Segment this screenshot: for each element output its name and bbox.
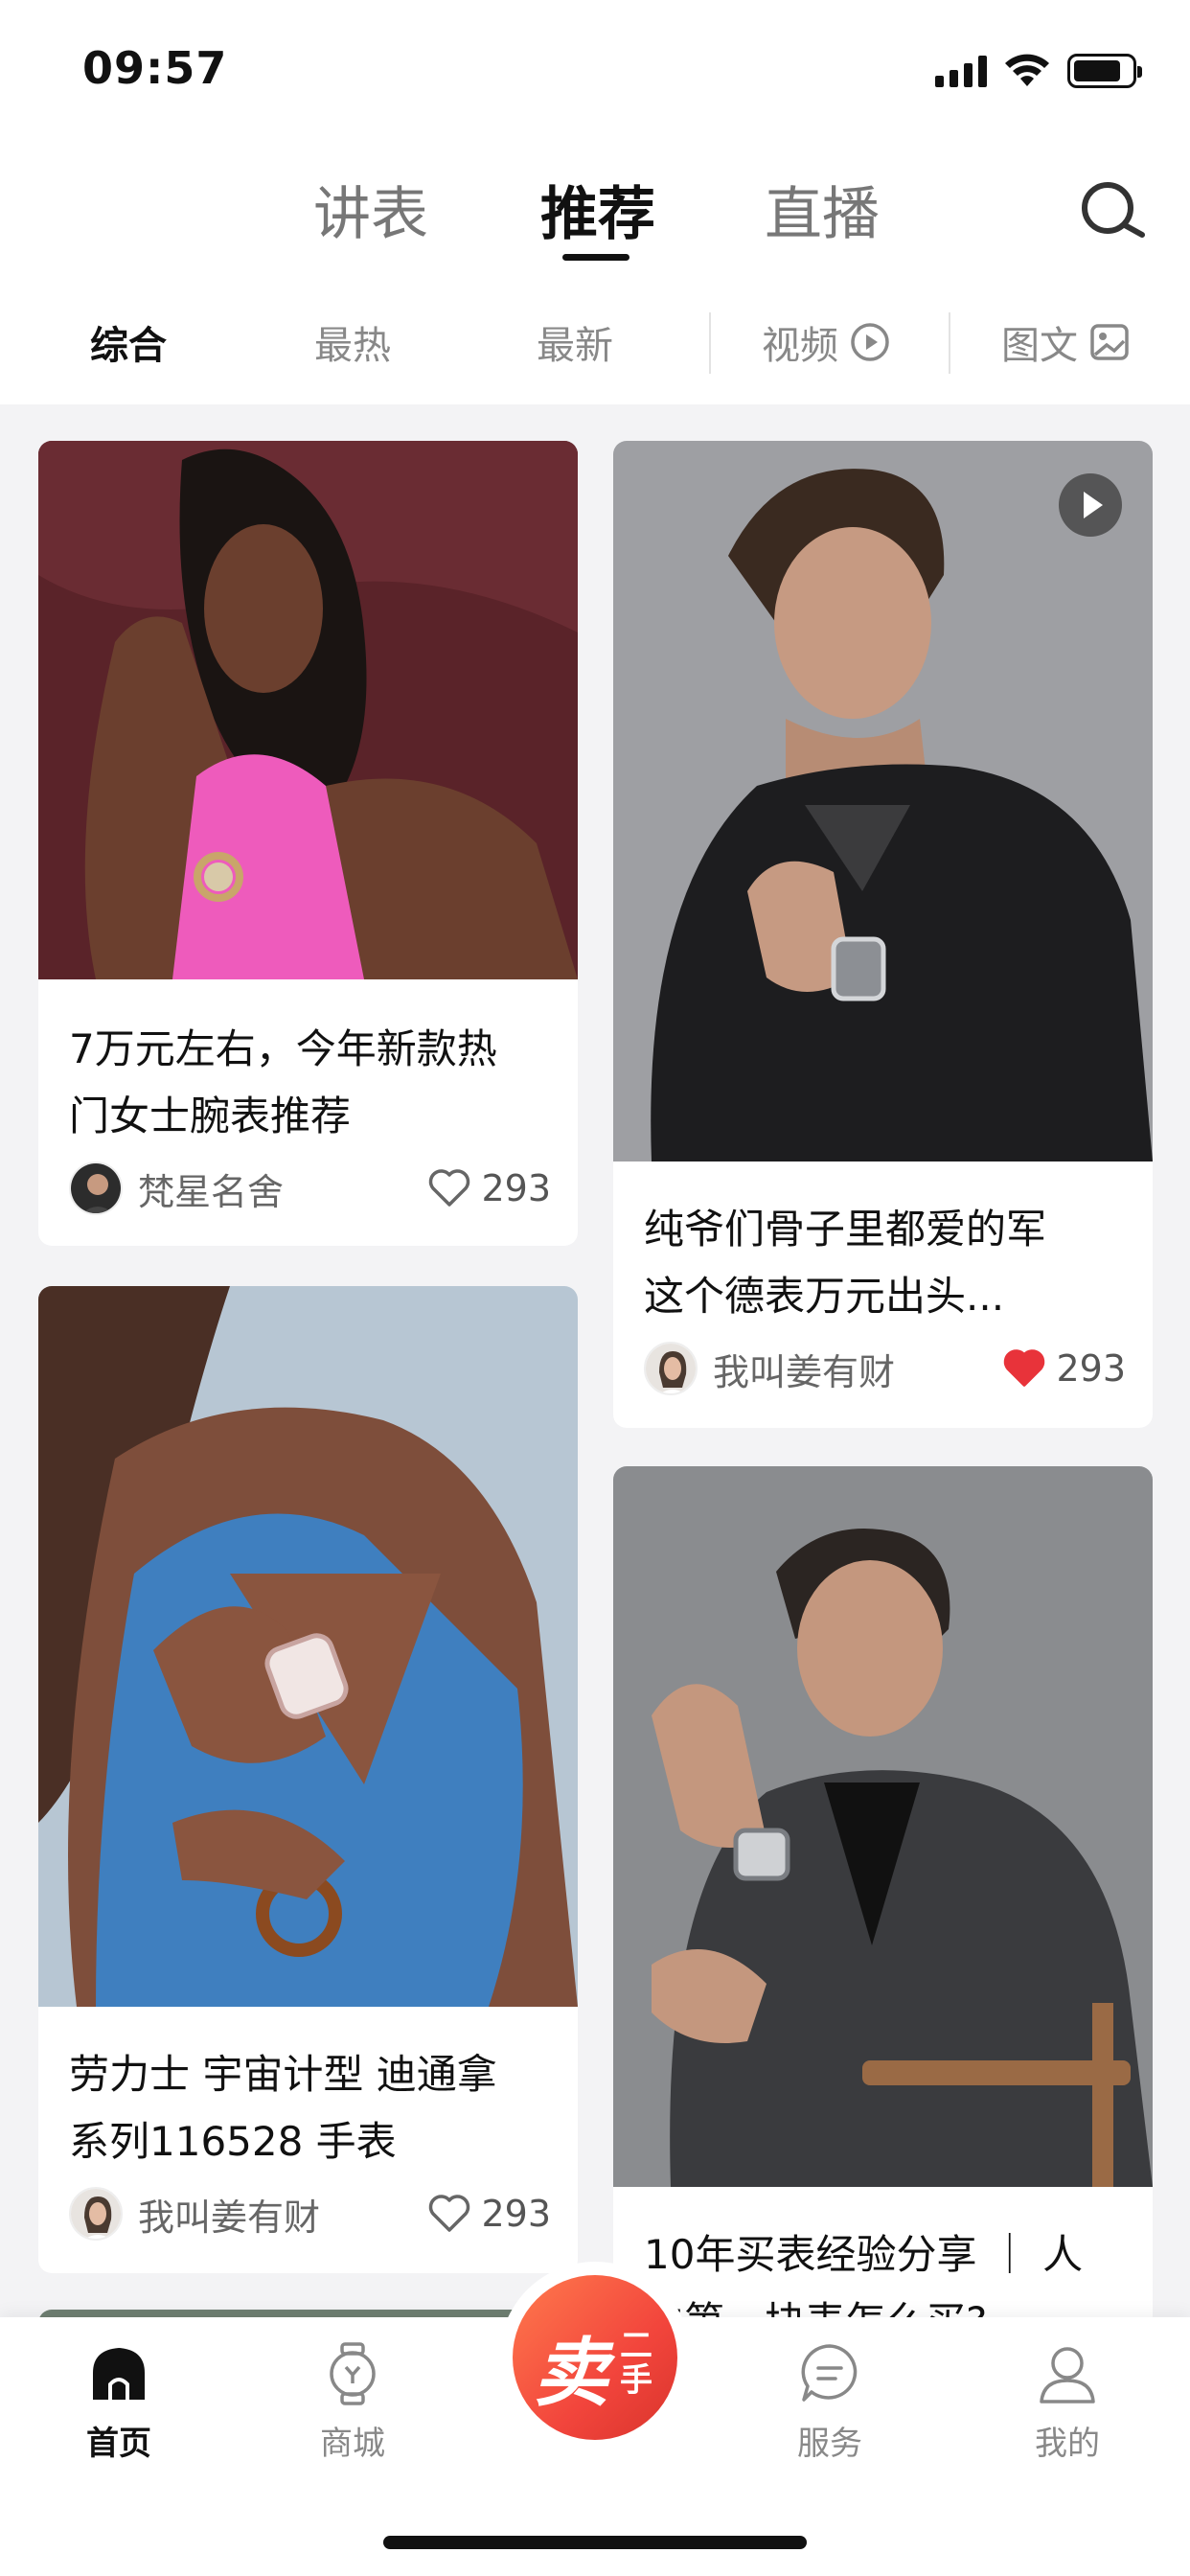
like-count: 293 [481, 1167, 551, 1209]
wifi-icon [1005, 54, 1049, 86]
sell-main-label: 卖 [534, 2331, 609, 2417]
like-count: 293 [481, 2193, 551, 2235]
like-button[interactable]: 293 [427, 1167, 551, 1209]
video-play-icon [1059, 473, 1122, 537]
post-photo [613, 1466, 1153, 2187]
nav-profile[interactable]: 我的 [991, 2342, 1144, 2464]
sell-badge: 卖 二手 [513, 2275, 677, 2440]
status-bar: 09:57 [0, 0, 1190, 144]
top-tabs: 讲表 推荐 直播 [0, 168, 1190, 273]
like-button[interactable]: 293 [1002, 1347, 1126, 1390]
subtab-all[interactable]: 综合 [90, 314, 167, 370]
subtab-latest[interactable]: 最新 [537, 314, 613, 370]
avatar[interactable] [69, 1162, 123, 1215]
divider [709, 312, 711, 374]
status-icons [935, 54, 1142, 88]
avatar[interactable] [69, 2187, 123, 2241]
like-button[interactable]: 293 [427, 2193, 551, 2235]
feed[interactable]: 7万元左右，今年新款热 门女士腕表推荐 梵星名舍 293 纯爷们骨子里都爱的军 … [0, 404, 1190, 2321]
author-name[interactable]: 我叫姜有财 [138, 2188, 427, 2241]
avatar[interactable] [644, 1342, 698, 1395]
nav-mall[interactable]: 商城 [276, 2342, 429, 2464]
tab-live[interactable]: 直播 [765, 168, 880, 251]
image-icon [1090, 324, 1129, 360]
tab-jiangbiao[interactable]: 讲表 [313, 168, 428, 251]
home-icon [93, 2348, 145, 2400]
post-meta: 我叫姜有财 293 [644, 1342, 1126, 1395]
like-count: 293 [1056, 1347, 1126, 1390]
post-title[interactable]: 10年买表经验分享 ｜ 人 生第一块表怎么买? [644, 2221, 1126, 2321]
subtab-image-text[interactable]: 图文 [1001, 314, 1130, 370]
heart-filled-icon [1004, 1349, 1045, 1387]
post-title[interactable]: 纯爷们骨子里都爱的军 这个德表万元出头... [644, 1196, 1126, 1330]
subtab-video[interactable]: 视频 [762, 314, 890, 370]
author-name[interactable]: 梵星名舍 [138, 1162, 427, 1215]
user-icon [1040, 2347, 1095, 2404]
nav-service[interactable]: 服务 [753, 2342, 906, 2464]
cellular-signal-icon [935, 55, 987, 87]
post-photo [38, 441, 578, 979]
sell-sub-label: 二手 [620, 2327, 652, 2400]
post-meta: 梵星名舍 293 [69, 1162, 551, 1215]
post-card[interactable]: 10年买表经验分享 ｜ 人 生第一块表怎么买? [613, 1466, 1153, 2321]
home-indicator [383, 2536, 807, 2549]
nav-home[interactable]: 首页 [42, 2342, 195, 2464]
battery-icon [1067, 54, 1142, 88]
active-tab-indicator [562, 254, 629, 261]
post-title[interactable]: 7万元左右，今年新款热 门女士腕表推荐 [69, 1016, 551, 1150]
heart-icon [429, 2195, 470, 2232]
sub-tabs: 综合 最热 最新 视频 图文 [0, 305, 1190, 381]
sell-secondhand-button[interactable]: 卖 二手 [499, 2262, 691, 2453]
watch-icon [330, 2342, 376, 2405]
play-circle-icon [851, 323, 889, 361]
status-time: 09:57 [82, 42, 228, 94]
post-title[interactable]: 劳力士 宇宙计型 迪通拿 系列116528 手表 [69, 2041, 551, 2175]
tab-recommend[interactable]: 推荐 [540, 168, 655, 251]
chat-bubble-icon [801, 2344, 858, 2402]
subtab-hot[interactable]: 最热 [314, 314, 391, 370]
heart-icon [429, 1169, 470, 1207]
post-photo [38, 1286, 578, 2007]
divider [949, 312, 950, 374]
post-card[interactable]: 7万元左右，今年新款热 门女士腕表推荐 梵星名舍 293 [38, 441, 578, 1246]
author-name[interactable]: 我叫姜有财 [713, 1343, 1002, 1395]
search-icon[interactable] [1075, 175, 1152, 252]
post-card[interactable]: 纯爷们骨子里都爱的军 这个德表万元出头... 我叫姜有财 293 [613, 441, 1153, 1428]
post-photo [613, 441, 1153, 1162]
post-card[interactable]: 劳力士 宇宙计型 迪通拿 系列116528 手表 我叫姜有财 293 [38, 1286, 578, 2273]
post-meta: 我叫姜有财 293 [69, 2187, 551, 2241]
